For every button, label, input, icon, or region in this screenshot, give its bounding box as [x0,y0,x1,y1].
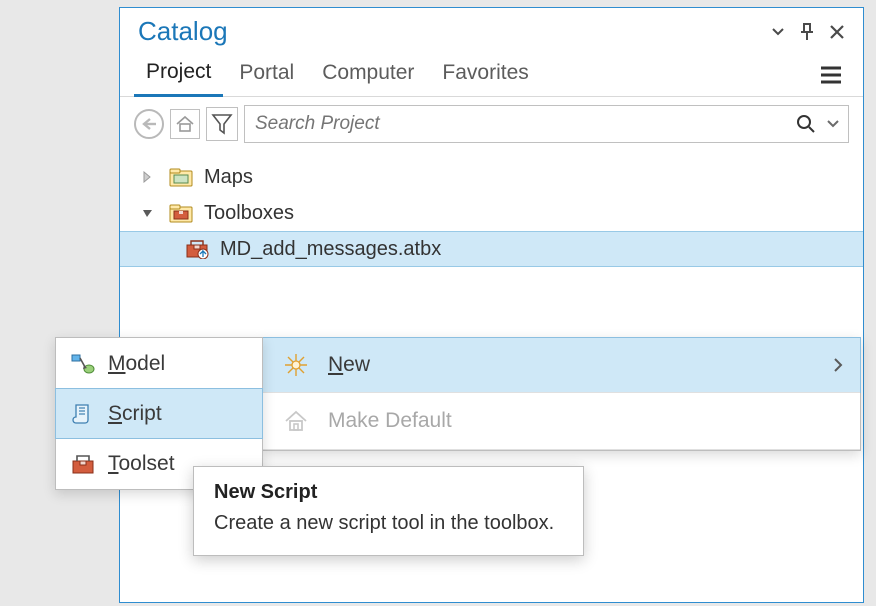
panel-title: Catalog [138,16,771,47]
filter-button[interactable] [206,107,238,141]
home-button[interactable] [170,109,200,139]
tree-node-label: MD_add_messages.atbx [220,238,441,261]
tabs-bar: Project Portal Computer Favorites [120,53,863,97]
toolbox-icon [184,239,210,259]
context-menu-item-make-default[interactable]: Make Default [262,393,860,449]
back-button[interactable] [134,109,164,139]
rest: odel [126,352,166,375]
model-icon [68,353,98,375]
tree-node-maps[interactable]: Maps [120,159,863,195]
menu-item-label: Make Default [328,409,452,433]
submenu-item-script[interactable]: Script [55,388,263,439]
script-icon [68,402,98,426]
window-controls [771,23,845,41]
menu-item-label: Script [108,402,162,426]
tree-node-atbx[interactable]: MD_add_messages.atbx [120,231,863,267]
folder-toolboxes-icon [168,203,194,223]
tab-computer[interactable]: Computer [310,55,426,95]
tab-portal[interactable]: Portal [227,55,306,95]
tooltip: New Script Create a new script tool in t… [193,466,584,556]
tab-project[interactable]: Project [134,54,223,97]
tab-favorites[interactable]: Favorites [430,55,540,95]
expand-arrow-icon[interactable] [142,171,158,183]
rest: cript [122,402,162,425]
tree-node-label: Toolboxes [204,202,294,225]
options-dropdown-icon[interactable] [771,25,785,39]
search-icon[interactable] [796,114,816,134]
tooltip-description: Create a new script tool in the toolbox. [214,510,563,537]
home-icon [278,410,314,432]
collapse-arrow-icon[interactable] [142,207,158,219]
panel-header: Catalog [120,8,863,53]
submenu-item-model[interactable]: Model [56,338,262,389]
new-icon [278,352,314,378]
rest: oolset [119,452,175,475]
tooltip-title: New Script [214,481,563,504]
rest: ew [343,353,370,376]
pin-icon[interactable] [799,23,815,41]
search-dropdown-icon[interactable] [826,117,840,131]
tree-node-label: Maps [204,166,253,189]
hamburger-icon[interactable] [819,65,849,85]
chevron-right-icon [832,356,844,374]
menu-item-label: Model [108,352,165,376]
search-box[interactable] [244,105,849,143]
menu-separator [262,449,860,450]
menu-item-label: Toolset [108,452,175,476]
toolbar [120,97,863,151]
search-input[interactable] [253,112,796,136]
context-menu-item-new[interactable]: New [261,337,861,393]
toolset-icon [68,453,98,475]
context-menu: New Make Default [261,337,861,451]
folder-maps-icon [168,167,194,187]
close-icon[interactable] [829,24,845,40]
menu-item-label: New [328,353,370,377]
tree-node-toolboxes[interactable]: Toolboxes [120,195,863,231]
